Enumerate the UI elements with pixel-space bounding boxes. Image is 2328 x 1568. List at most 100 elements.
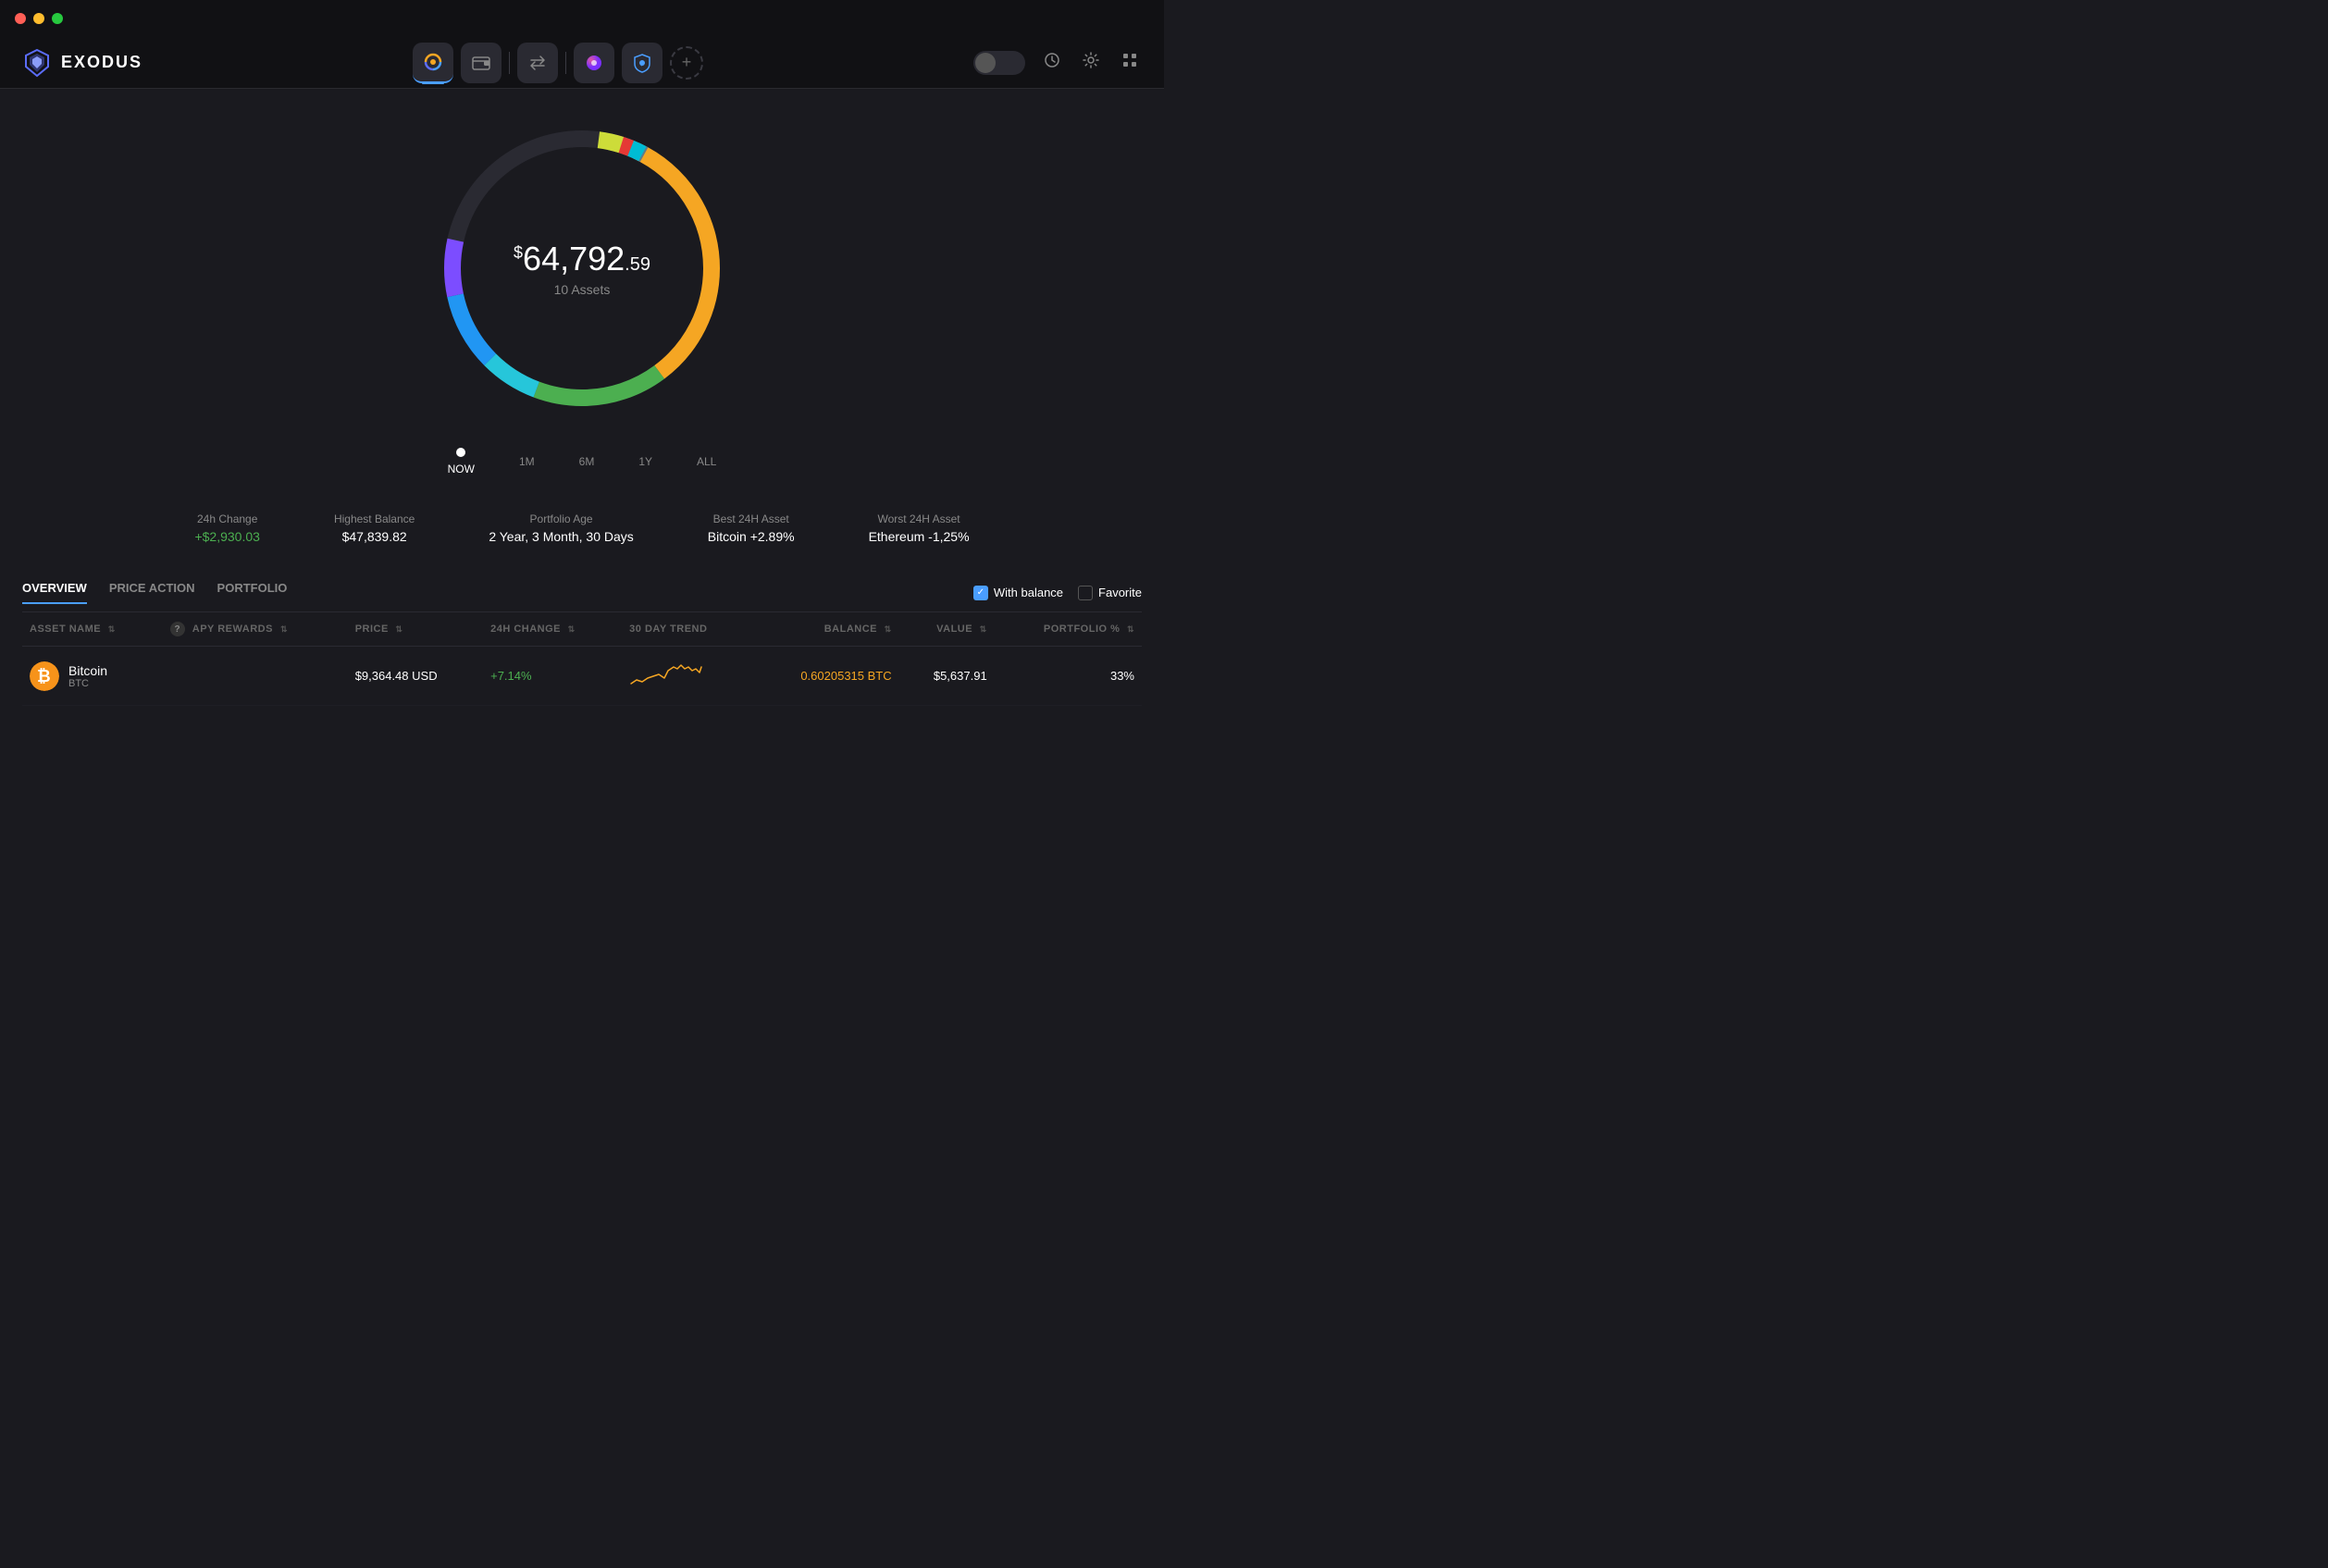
asset-apy: [163, 647, 348, 706]
col-apy[interactable]: ? APY REWARDS ⇅: [163, 612, 348, 647]
col-30day-trend: 30 DAY TREND: [622, 612, 751, 647]
asset-price: $9,364.48 USD: [348, 647, 483, 706]
table-row[interactable]: ₿ Bitcoin BTC $9,364.48 USD +7.14%: [22, 647, 1142, 706]
history-button[interactable]: [1040, 48, 1064, 77]
timeline-label-all: ALL: [697, 455, 716, 468]
col-asset-name[interactable]: ASSET NAME ⇅: [22, 612, 163, 647]
tabs-right: ✓ With balance Favorite: [973, 586, 1142, 600]
nav-btn-exchange[interactable]: [517, 43, 558, 83]
table-section: OVERVIEW PRICE ACTION PORTFOLIO ✓ With b…: [0, 581, 1164, 706]
stat-highest-balance-value: $47,839.82: [334, 529, 415, 544]
filter-favorite-label: Favorite: [1098, 586, 1142, 599]
col-value-sort[interactable]: ⇅: [980, 624, 987, 635]
timeline-dot-now: [456, 448, 465, 457]
stat-best-asset: Best 24H Asset Bitcoin +2.89%: [708, 512, 795, 544]
maximize-dot[interactable]: [52, 13, 63, 24]
timeline-6m[interactable]: 6M: [579, 455, 595, 468]
asset-table: ASSET NAME ⇅ ? APY REWARDS ⇅ PRICE ⇅: [22, 612, 1142, 706]
nav-btn-security[interactable]: +: [622, 43, 662, 83]
amount-cents: .59: [625, 254, 650, 275]
svg-text:+: +: [640, 63, 643, 68]
logo-area: EXODUS: [22, 48, 142, 78]
grid-button[interactable]: [1118, 48, 1142, 77]
timeline-1m[interactable]: 1M: [519, 455, 535, 468]
amount-main: 64,792: [523, 240, 625, 278]
col-asset-name-label: ASSET NAME: [30, 623, 101, 635]
col-price[interactable]: PRICE ⇅: [348, 612, 483, 647]
tab-overview[interactable]: OVERVIEW: [22, 581, 87, 604]
table-body: ₿ Bitcoin BTC $9,364.48 USD +7.14%: [22, 647, 1142, 706]
asset-portfolio-pct: 33%: [995, 647, 1142, 706]
asset-value: $5,637.91: [899, 647, 995, 706]
tabs-row: OVERVIEW PRICE ACTION PORTFOLIO ✓ With b…: [22, 581, 1142, 612]
asset-name: Bitcoin: [68, 663, 107, 678]
filter-favorite-checkbox[interactable]: [1078, 586, 1093, 600]
nav-btn-wallet[interactable]: [461, 43, 502, 83]
donut-center: $64,792.59 10 Assets: [514, 240, 650, 297]
col-apy-sort[interactable]: ⇅: [280, 624, 288, 635]
assets-count: 10 Assets: [514, 282, 650, 297]
asset-balance-value: 0.60205315 BTC: [800, 669, 891, 683]
nav-btn-add[interactable]: +: [670, 46, 703, 80]
col-balance-sort[interactable]: ⇅: [885, 624, 892, 635]
timeline-label-now: NOW: [448, 463, 475, 475]
stat-highest-balance: Highest Balance $47,839.82: [334, 512, 415, 544]
nav-right: [973, 48, 1142, 77]
timeline-1y[interactable]: 1Y: [638, 455, 652, 468]
stat-24h-change: 24h Change +$2,930.03: [194, 512, 259, 544]
asset-change: +7.14%: [483, 647, 622, 706]
minimize-dot[interactable]: [33, 13, 44, 24]
timeline: NOW 1M 6M 1Y ALL: [448, 440, 717, 483]
apy-help-icon[interactable]: ?: [170, 622, 185, 636]
col-price-sort[interactable]: ⇅: [395, 624, 402, 635]
col-balance[interactable]: BALANCE ⇅: [751, 612, 899, 647]
main-content: $64,792.59 10 Assets NOW 1M 6M 1Y ALL: [0, 89, 1164, 706]
col-trend-label: 30 DAY TREND: [629, 623, 707, 635]
stats-row: 24h Change +$2,930.03 Highest Balance $4…: [157, 498, 1006, 559]
col-portfolio-pct[interactable]: PORTFOLIO % ⇅: [995, 612, 1142, 647]
col-24h-change[interactable]: 24H CHANGE ⇅: [483, 612, 622, 647]
col-asset-name-sort[interactable]: ⇅: [108, 624, 116, 635]
stat-worst-asset-label: Worst 24H Asset: [869, 512, 970, 525]
col-portfolio-pct-sort[interactable]: ⇅: [1127, 624, 1134, 635]
portfolio-amount: $64,792.59: [514, 240, 650, 278]
asset-balance: 0.60205315 BTC: [751, 647, 899, 706]
close-dot[interactable]: [15, 13, 26, 24]
portfolio-section: $64,792.59 10 Assets NOW 1M 6M 1Y ALL: [0, 89, 1164, 574]
col-apy-label: APY REWARDS: [192, 623, 273, 635]
stat-portfolio-age-label: Portfolio Age: [489, 512, 633, 525]
logo-text: EXODUS: [61, 53, 142, 72]
asset-info: Bitcoin BTC: [68, 663, 107, 689]
tab-price-action[interactable]: PRICE ACTION: [109, 581, 195, 604]
nav-btn-apps[interactable]: [574, 43, 614, 83]
svg-text:₿: ₿: [37, 667, 51, 685]
timeline-label-6m: 6M: [579, 455, 595, 468]
table-header: ASSET NAME ⇅ ? APY REWARDS ⇅ PRICE ⇅: [22, 612, 1142, 647]
timeline-now[interactable]: NOW: [448, 448, 475, 475]
col-24h-sort[interactable]: ⇅: [568, 624, 576, 635]
lock-toggle[interactable]: [973, 51, 1025, 75]
tabs-left: OVERVIEW PRICE ACTION PORTFOLIO: [22, 581, 287, 604]
stat-best-asset-value: Bitcoin +2.89%: [708, 529, 795, 544]
col-value[interactable]: VALUE ⇅: [899, 612, 995, 647]
stat-24h-change-label: 24h Change: [194, 512, 259, 525]
timeline-all[interactable]: ALL: [697, 455, 716, 468]
bitcoin-icon: ₿: [30, 661, 59, 691]
filter-with-balance-label: With balance: [994, 586, 1063, 599]
filter-with-balance-checkbox[interactable]: ✓: [973, 586, 988, 600]
stat-portfolio-age: Portfolio Age 2 Year, 3 Month, 30 Days: [489, 512, 633, 544]
nav-btn-portfolio[interactable]: [413, 43, 453, 83]
lock-knob: [975, 53, 996, 73]
tab-portfolio[interactable]: PORTFOLIO: [217, 581, 288, 604]
col-value-label: VALUE: [936, 623, 972, 635]
filter-with-balance[interactable]: ✓ With balance: [973, 586, 1063, 600]
nav-divider-2: [565, 52, 566, 74]
donut-chart: $64,792.59 10 Assets: [425, 111, 739, 426]
stat-worst-asset-value: Ethereum -1,25%: [869, 529, 970, 544]
stat-best-asset-label: Best 24H Asset: [708, 512, 795, 525]
stat-highest-balance-label: Highest Balance: [334, 512, 415, 525]
settings-button[interactable]: [1079, 48, 1103, 77]
asset-ticker: BTC: [68, 678, 107, 689]
filter-favorite[interactable]: Favorite: [1078, 586, 1142, 600]
exodus-logo-icon: [22, 48, 52, 78]
